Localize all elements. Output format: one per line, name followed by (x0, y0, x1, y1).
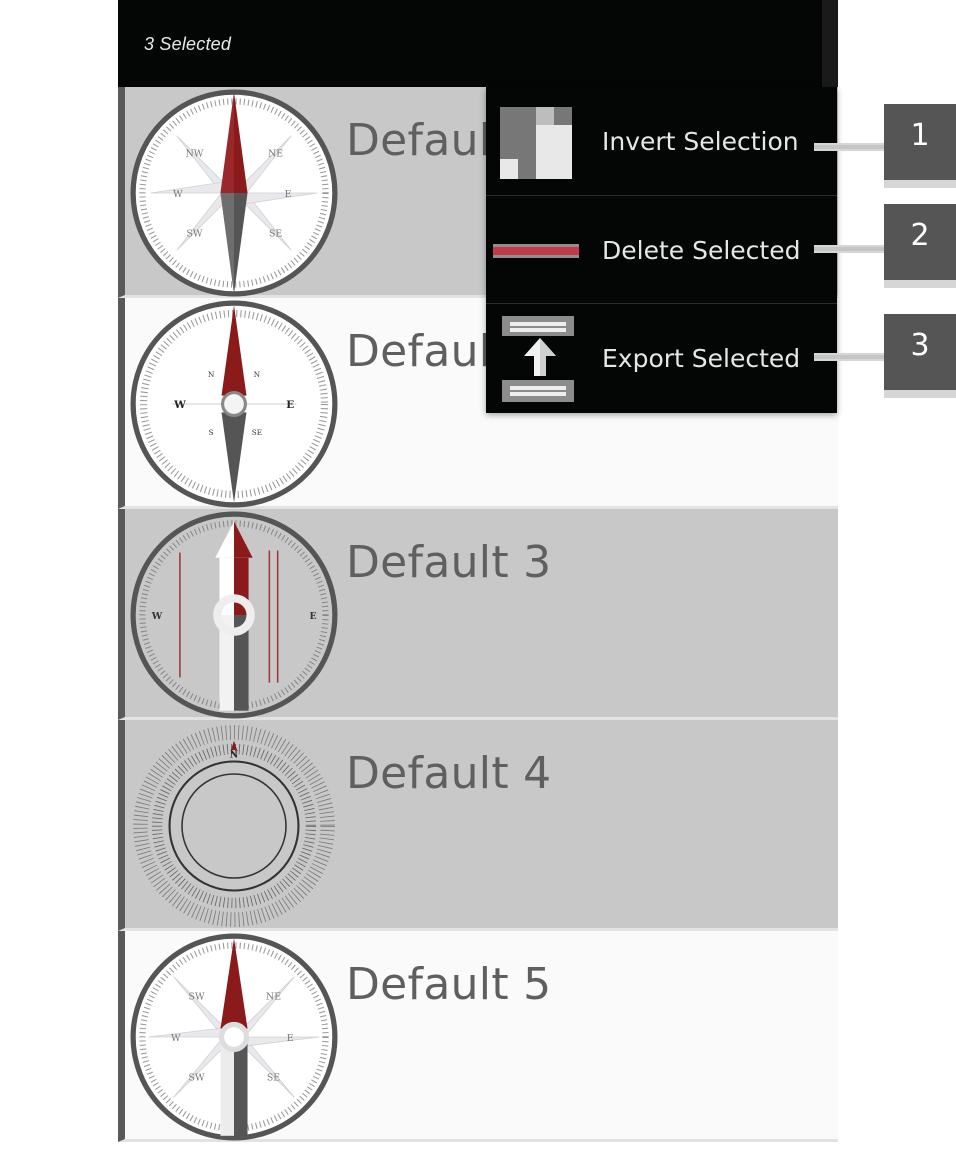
callout-badge-2: 2 (884, 204, 956, 288)
svg-text:W: W (171, 1033, 181, 1044)
compass-military-icon: WE (130, 511, 338, 719)
svg-text:SE: SE (269, 229, 282, 240)
callout-number: 2 (910, 218, 930, 253)
compass-dial-icon: N (133, 725, 335, 927)
svg-text:SW: SW (189, 992, 205, 1003)
list-item[interactable]: SW NE W E SW SE Default 5 (118, 931, 838, 1142)
item-label: Default 3 (346, 537, 552, 588)
callout-shadow (884, 280, 956, 288)
callout-leader-2 (814, 245, 886, 253)
menu-item-label: Invert Selection (602, 127, 799, 156)
menu-item-label: Delete Selected (602, 236, 801, 265)
compass-classic-icon: W E N N S SE (130, 300, 338, 508)
callout-shadow (884, 180, 956, 188)
svg-text:W: W (151, 611, 163, 622)
svg-text:W: W (173, 399, 186, 411)
invert-selection-icon (500, 107, 572, 179)
svg-text:N: N (254, 370, 261, 379)
overflow-strip (822, 0, 838, 87)
compass-star-icon: SW NE W E SW SE (130, 933, 338, 1141)
callout-leader-3 (814, 353, 886, 361)
selection-count-title: 3 Selected (144, 34, 232, 54)
svg-text:NW: NW (186, 149, 204, 160)
menu-item-invert-selection[interactable]: Invert Selection (486, 87, 837, 195)
svg-text:N: N (208, 370, 215, 379)
svg-text:E: E (287, 1033, 294, 1044)
contextual-action-bar: 3 Selected (118, 0, 838, 87)
callout-number: 3 (910, 328, 930, 363)
svg-text:SW: SW (189, 1073, 205, 1084)
callout-number: 1 (910, 118, 930, 153)
svg-text:N: N (230, 749, 239, 760)
list-item[interactable]: WE Default 3 (118, 509, 838, 720)
overflow-menu: Invert Selection Delete Selected Export … (486, 87, 837, 413)
menu-item-delete-selected[interactable]: Delete Selected (486, 195, 837, 303)
callout-badge-1: 1 (884, 104, 956, 188)
svg-text:E: E (286, 399, 294, 411)
app-screen: 3 Selected NW NE WE SW SE Default W E N … (118, 0, 838, 1160)
item-label: Default 5 (346, 959, 552, 1010)
callout-badge-3: 3 (884, 314, 956, 398)
svg-text:SE: SE (252, 428, 262, 437)
callout-leader-1 (814, 143, 886, 151)
list-item[interactable]: N Default 4 (118, 720, 838, 931)
export-upload-icon (502, 316, 574, 402)
menu-item-label: Export Selected (602, 344, 801, 373)
item-label: Default (346, 115, 509, 166)
item-label: Default (346, 326, 509, 377)
callout-shadow (884, 390, 956, 398)
compass-rose-icon: NW NE W E SW SE (130, 89, 338, 297)
svg-text:NE: NE (268, 149, 283, 160)
delete-bar-icon (493, 244, 579, 258)
svg-text:E: E (309, 611, 316, 622)
item-label: Default 4 (346, 748, 552, 799)
svg-text:SE: SE (267, 1073, 280, 1084)
svg-text:SW: SW (186, 229, 202, 240)
svg-text:W: W (173, 189, 183, 200)
svg-text:E: E (285, 189, 292, 200)
menu-item-export-selected[interactable]: Export Selected (486, 303, 837, 411)
svg-text:NE: NE (266, 992, 281, 1003)
svg-text:S: S (209, 428, 214, 437)
